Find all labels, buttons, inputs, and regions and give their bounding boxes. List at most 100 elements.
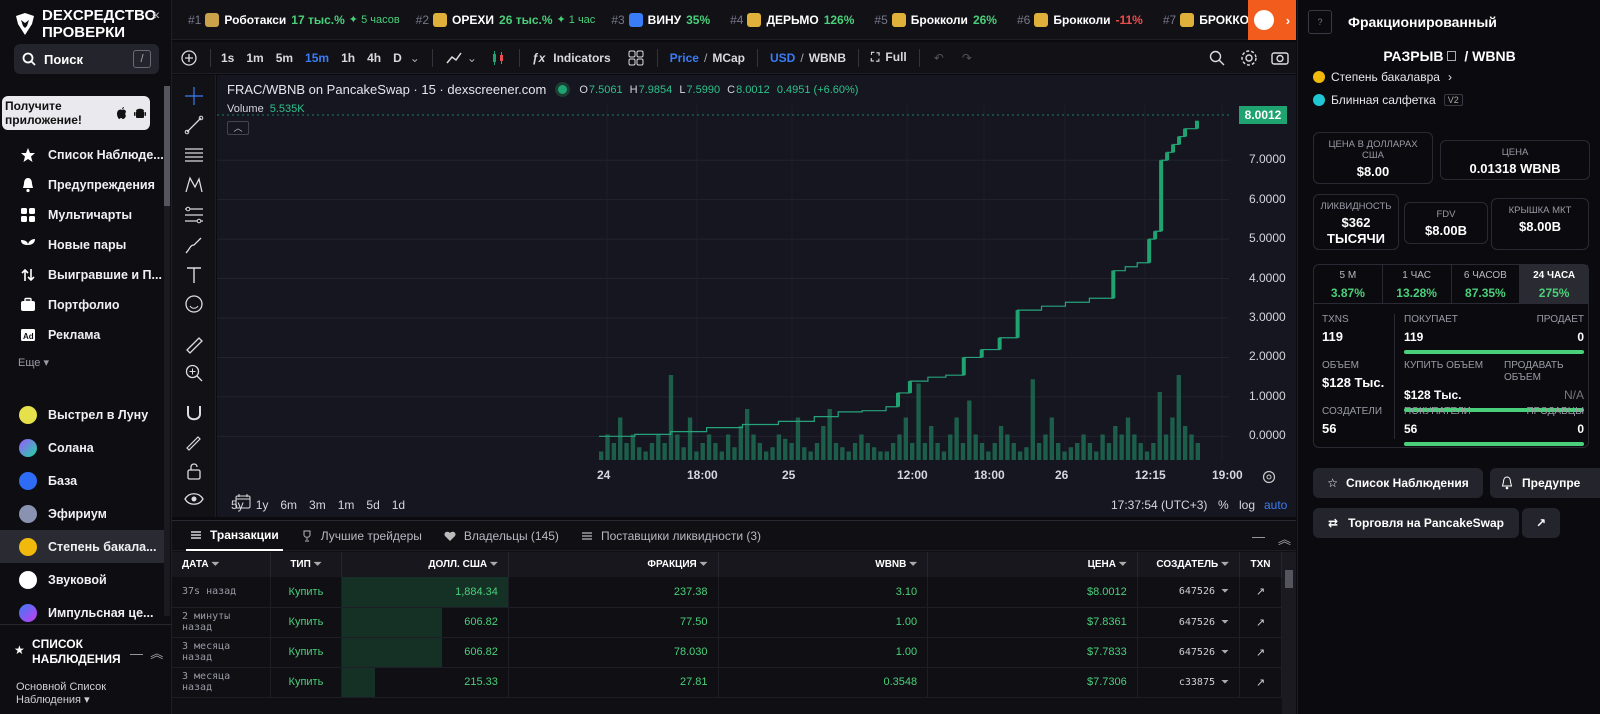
- dex-link[interactable]: Блинная салфетка V2: [1313, 93, 1463, 107]
- settings-circle-icon[interactable]: [1262, 470, 1276, 484]
- percent-scale-toggle[interactable]: %: [1218, 498, 1229, 512]
- plus-circle-icon[interactable]: [180, 49, 198, 67]
- sidebar-item-ads[interactable]: Ad Реклама: [0, 320, 164, 350]
- interval-1m[interactable]: 1m: [246, 51, 263, 65]
- filter-icon[interactable]: ⏷: [700, 559, 708, 570]
- mcap-toggle[interactable]: MCap: [712, 51, 745, 65]
- copy-icon[interactable]: [1447, 51, 1457, 61]
- column-header[interactable]: ДАТА ⏷: [172, 552, 271, 577]
- chevron-down-icon[interactable]: ⌄: [467, 51, 477, 65]
- crosshair-icon[interactable]: [184, 86, 204, 106]
- interval-5m[interactable]: 5m: [276, 51, 293, 65]
- cell-maker[interactable]: 647526 ⏷: [1137, 637, 1241, 668]
- collapse-up-icon[interactable]: ︽: [150, 646, 163, 661]
- sidebar-item-portfolio[interactable]: Портфолио: [0, 290, 164, 320]
- interval-D[interactable]: D: [393, 51, 402, 65]
- ticker-item[interactable]: #5 Брокколи 26%: [874, 12, 1001, 27]
- gear-icon[interactable]: [1240, 49, 1258, 67]
- cell-maker[interactable]: c33875 ⏷: [1137, 667, 1241, 698]
- watchlist-select[interactable]: Основной Список Наблюдения ▾: [16, 681, 172, 706]
- sidebar-scrollbar-thumb[interactable]: [164, 86, 170, 206]
- table-row[interactable]: 2 минуты назад Купить 606.82 77.50 1.00 …: [172, 607, 1282, 638]
- tab-holders[interactable]: Владельцы (145): [440, 521, 563, 551]
- column-header[interactable]: ТИП ⏷: [270, 552, 343, 577]
- fullscreen-button[interactable]: ⛶ Full: [871, 50, 907, 65]
- collapse-up-icon[interactable]: ︽: [1278, 529, 1291, 548]
- perf-tab[interactable]: 1 ЧАС 13.28%: [1383, 265, 1452, 303]
- logo[interactable]: DEXСРЕДСТВО ПРОВЕРКИ: [14, 6, 164, 42]
- search-button[interactable]: Поиск /: [14, 44, 159, 74]
- filter-icon[interactable]: ⏷: [314, 559, 322, 570]
- trendline-icon[interactable]: [184, 115, 204, 135]
- filter-icon[interactable]: ⏷: [1119, 559, 1127, 570]
- text-icon[interactable]: [184, 265, 204, 285]
- range-5d[interactable]: 5d: [366, 498, 379, 512]
- zoom-in-icon[interactable]: [184, 363, 204, 383]
- log-scale-toggle[interactable]: log: [1239, 498, 1255, 512]
- chain-item[interactable]: Солана: [0, 431, 164, 464]
- chain-item[interactable]: Эфириум: [0, 497, 164, 530]
- range-1m[interactable]: 1m: [338, 498, 355, 512]
- table-scrollbar[interactable]: [1282, 552, 1296, 714]
- external-link-icon[interactable]: ↗: [1256, 586, 1265, 598]
- perf-tab[interactable]: 5 М 3.87%: [1314, 265, 1383, 303]
- indicators-button[interactable]: ƒx Indicators: [532, 51, 611, 65]
- eye-icon[interactable]: [184, 489, 204, 509]
- collapse-legend-icon[interactable]: ︿: [227, 121, 249, 135]
- watchlist-title[interactable]: ★ СПИСОК НАБЛЮДЕНИЯ: [14, 637, 121, 667]
- column-header[interactable]: ЦЕНА ⏷: [927, 552, 1138, 577]
- chain-item[interactable]: Степень бакала...: [0, 530, 164, 563]
- layout-grid-icon[interactable]: [627, 49, 645, 67]
- filter-icon[interactable]: ⏷: [1221, 586, 1229, 597]
- filter-icon[interactable]: ⏷: [909, 559, 917, 570]
- chart-canvas[interactable]: [217, 75, 1296, 493]
- column-header[interactable]: WBNB ⏷: [718, 552, 929, 577]
- column-header[interactable]: СОЗДАТЕЛЬ ⏷: [1137, 552, 1241, 577]
- filter-icon[interactable]: ⏷: [211, 559, 219, 570]
- sidebar-scrollbar[interactable]: [164, 86, 170, 616]
- chain-link[interactable]: Степень бакалавра ›: [1313, 70, 1452, 84]
- external-link-button[interactable]: ↗: [1522, 508, 1560, 538]
- emoji-icon[interactable]: [184, 294, 204, 314]
- interval-15m[interactable]: 15m: [305, 51, 329, 65]
- price-chart[interactable]: FRAC/WBNB on PancakeSwap · 15 · dexscree…: [217, 75, 1296, 517]
- brush-icon[interactable]: [184, 235, 204, 255]
- range-1d[interactable]: 1d: [392, 498, 405, 512]
- watchlist-button[interactable]: ☆ Список Наблюдения: [1313, 468, 1483, 498]
- interval-1h[interactable]: 1h: [341, 51, 355, 65]
- perf-tab[interactable]: 24 ЧАСА 275%: [1520, 265, 1588, 303]
- sidebar-item-multicharts[interactable]: Мультичарты: [0, 200, 164, 230]
- cell-txn[interactable]: ↗: [1239, 667, 1282, 698]
- ticker-item[interactable]: #2 ОРЕХИ 26 тыс.% ✦ 1 час: [416, 12, 595, 27]
- sidebar-item-gainers[interactable]: Выигравшие и П...: [0, 260, 164, 290]
- ticker-item[interactable]: #3 ВИНУ 35%: [611, 12, 714, 27]
- ticker-item[interactable]: #6 Брокколи -11%: [1017, 12, 1147, 27]
- external-link-icon[interactable]: ↗: [1256, 617, 1265, 629]
- external-link-icon[interactable]: ↗: [1256, 677, 1265, 689]
- column-header[interactable]: TXN: [1239, 552, 1282, 577]
- filter-icon[interactable]: ⏷: [490, 559, 498, 570]
- wbnb-toggle[interactable]: WBNB: [809, 51, 846, 65]
- get-app-button[interactable]: Получите приложение!: [2, 96, 150, 130]
- horizontal-lines-icon[interactable]: [184, 145, 204, 165]
- line-chart-icon[interactable]: [445, 49, 463, 67]
- ticker-item[interactable]: #1 Роботакси 17 тыс.% ✦ 5 часов: [188, 12, 400, 27]
- column-header[interactable]: ФРАКЦИЯ ⏷: [508, 552, 719, 577]
- interval-4h[interactable]: 4h: [367, 51, 381, 65]
- filter-icon[interactable]: ⏷: [1221, 617, 1229, 628]
- table-scrollbar-thumb[interactable]: [1285, 570, 1293, 588]
- tab-top-traders[interactable]: Лучшие трейдеры: [297, 521, 426, 551]
- ticker-item[interactable]: #7 БРОККОЛИ -4%: [1163, 12, 1248, 27]
- minimize-icon[interactable]: —: [130, 646, 143, 661]
- minimize-icon[interactable]: —: [1252, 529, 1265, 544]
- trending-button[interactable]: ›: [1248, 0, 1296, 40]
- table-row[interactable]: 3 месяца назад Купить 606.82 78.030 1.00…: [172, 637, 1282, 668]
- table-row[interactable]: 37s назад Купить 1,884.34 237.38 3.10 $8…: [172, 577, 1282, 608]
- sidebar-item-new-pairs[interactable]: Новые пары: [0, 230, 164, 260]
- filter-icon[interactable]: ⏷: [1221, 647, 1229, 658]
- range-1y[interactable]: 1y: [256, 498, 269, 512]
- filter-icon[interactable]: ⏷: [1221, 677, 1229, 688]
- chain-item[interactable]: Выстрел в Луну: [0, 398, 164, 431]
- redo-icon[interactable]: ↷: [962, 51, 972, 65]
- column-header[interactable]: ДОЛЛ. США ⏷: [341, 552, 509, 577]
